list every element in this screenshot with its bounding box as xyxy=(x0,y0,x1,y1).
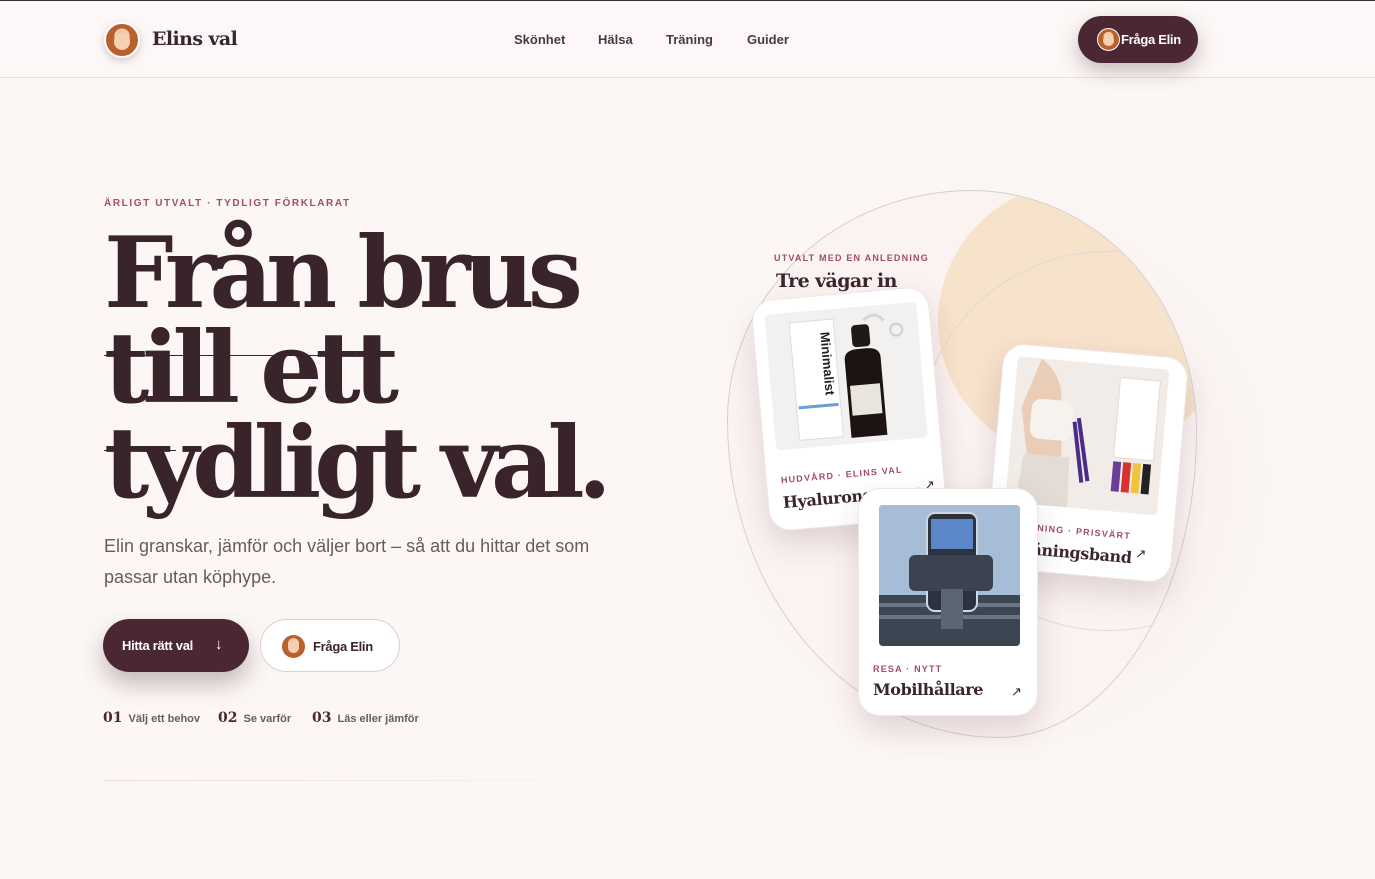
find-choice-button[interactable]: Hitta rätt val ↓ xyxy=(103,619,249,672)
phone-holder-image xyxy=(879,505,1020,646)
elin-avatar xyxy=(281,634,306,659)
site-header: Elins val Skönhet Hälsa Träning Guider F… xyxy=(0,1,1375,78)
nav-link-skonhet[interactable]: Skönhet xyxy=(514,32,565,47)
headline-line-3: tydligt val. xyxy=(104,406,612,521)
headline-underline xyxy=(104,355,340,356)
step-item: 01 Välj ett behov xyxy=(103,710,200,726)
serum-image: Minimalist xyxy=(764,301,928,451)
step-item: 03 Läs eller jämför xyxy=(312,710,419,726)
step-label: Se varför xyxy=(243,713,292,725)
logo-text[interactable]: Elins val xyxy=(152,28,238,50)
hero-lead: Elin granskar, jämför och väljer bort – … xyxy=(104,536,590,587)
step-label: Välj ett behov xyxy=(128,713,201,725)
headline-underline-2 xyxy=(104,450,176,451)
find-choice-label: Hitta rätt val xyxy=(122,638,193,653)
card-tag: HUDVÅRD · ELINS VAL xyxy=(780,464,904,486)
elin-avatar xyxy=(1097,28,1120,51)
card-tag: RESA · NYTT xyxy=(873,664,943,674)
nav-link-traning[interactable]: Träning xyxy=(666,32,713,47)
headline-line-1: Från brus xyxy=(104,216,583,331)
step-number: 01 xyxy=(103,710,123,726)
arrow-down-icon: ↓ xyxy=(215,636,223,653)
step-label: Läs eller jämför xyxy=(337,713,419,725)
ask-elin-header-label: Fråga Elin xyxy=(1121,32,1181,47)
panel-title: Tre vägar in xyxy=(776,270,897,292)
hero-headline: Från brus till ett tydligt val. xyxy=(104,216,612,521)
step-number: 03 xyxy=(312,710,332,726)
ask-elin-button[interactable]: Fråga Elin xyxy=(260,619,400,672)
arrow-up-right-icon: ↗ xyxy=(1134,545,1147,562)
arrow-up-right-icon: ↗ xyxy=(1011,684,1022,699)
logo-avatar[interactable] xyxy=(104,22,140,58)
nav-link-guider[interactable]: Guider xyxy=(747,32,789,47)
ask-elin-header-button[interactable]: Fråga Elin xyxy=(1078,16,1198,63)
ask-elin-label: Fråga Elin xyxy=(313,639,373,654)
hero-eyebrow: ÄRLIGT UTVALT · TYDLIGT FÖRKLARAT xyxy=(104,198,351,209)
section-divider xyxy=(103,780,663,781)
panel-eyebrow: UTVALT MED EN ANLEDNING xyxy=(774,253,929,263)
product-card-holder[interactable]: RESA · NYTT Mobilhållare ↗ xyxy=(858,488,1038,716)
nav-link-halsa[interactable]: Hälsa xyxy=(598,32,633,47)
card-title: Mobilhållare xyxy=(873,680,984,699)
bands-image xyxy=(1005,356,1170,516)
step-item: 02 Se varför xyxy=(218,710,291,726)
step-number: 02 xyxy=(218,710,238,726)
headline-line-2: till ett xyxy=(104,311,399,426)
